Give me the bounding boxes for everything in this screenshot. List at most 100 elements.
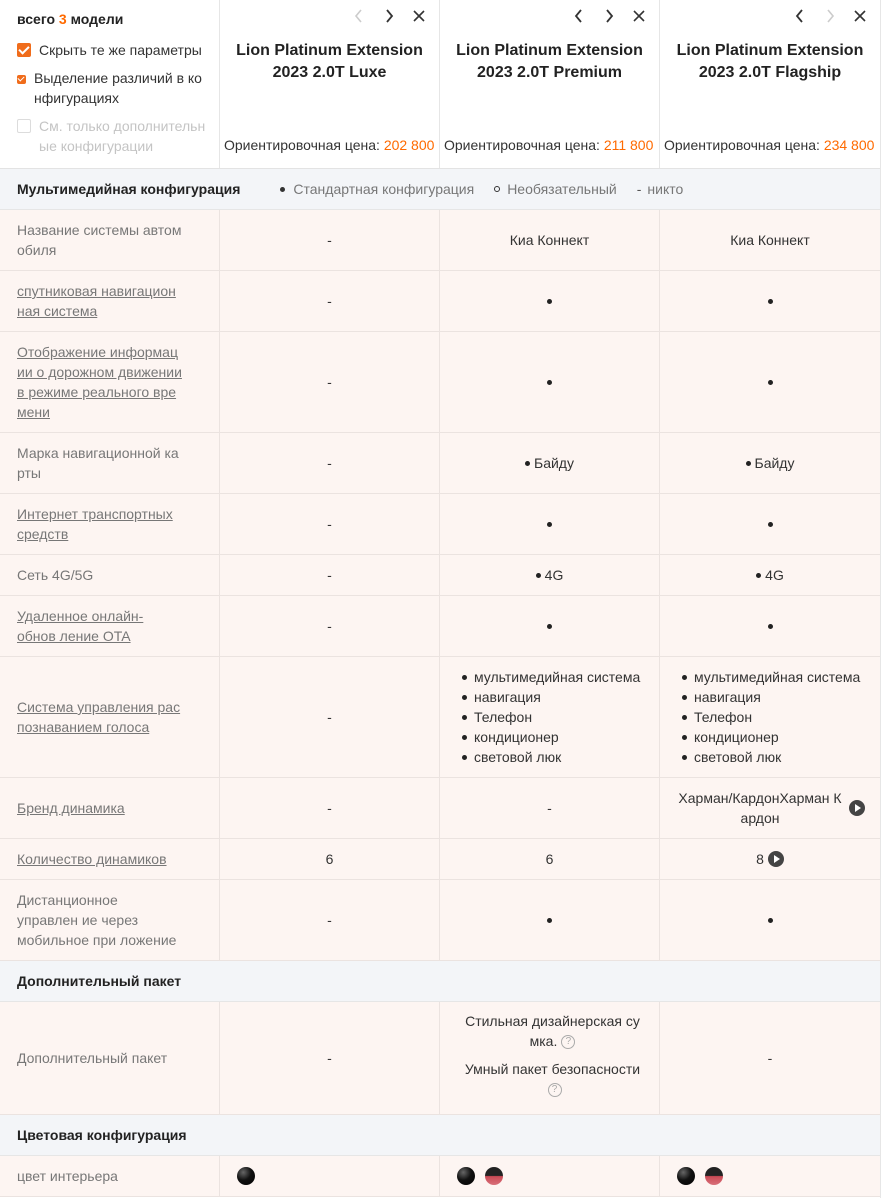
filter-panel: всего 3 модели Скрыть те же параметры Вы…	[0, 0, 220, 168]
hollow-dot-icon	[494, 186, 501, 192]
option-label: Выделение различий в ко нфигурациях	[34, 70, 202, 106]
close-icon[interactable]	[851, 7, 869, 25]
row-label-link[interactable]: Количество динамиков	[0, 839, 220, 879]
list-item: мультимедийная система	[682, 667, 860, 687]
standard-dot-icon	[547, 623, 552, 629]
section-header-multimedia: Мультимедийная конфигурация Стандартная …	[0, 169, 880, 210]
row-label: Марка навигационной ка рты	[0, 433, 220, 493]
table-row: Сеть 4G/5G - 4G 4G	[0, 555, 880, 596]
standard-dot-icon	[547, 917, 552, 923]
list-item: навигация	[682, 687, 761, 707]
table-row: Удаленное онлайн-обнов ление OTA -	[0, 596, 880, 657]
list-item: Телефон	[682, 707, 752, 727]
close-icon[interactable]	[410, 7, 428, 25]
column-nav	[791, 7, 869, 25]
row-label-link[interactable]: Отображение информац ии о дорожном движе…	[0, 332, 220, 432]
color-swatch-black-red[interactable]	[705, 1167, 723, 1185]
model-column-header: Lion Platinum Extension 2023 2.0T Premiu…	[440, 0, 660, 168]
checkbox-checked[interactable]	[17, 75, 26, 84]
standard-dot-icon	[682, 754, 687, 760]
list-item: Телефон	[462, 707, 532, 727]
standard-dot-icon	[547, 298, 552, 304]
model-price: Ориентировочная цена: 211 800	[444, 137, 654, 153]
color-swatch-black[interactable]	[677, 1167, 695, 1185]
model-price: Ориентировочная цена: 234 800	[664, 137, 875, 153]
color-swatch-black[interactable]	[457, 1167, 475, 1185]
table-cell: -	[220, 210, 440, 270]
standard-dot-icon	[462, 734, 467, 740]
standard-dot-icon	[767, 298, 773, 304]
chevron-right-icon[interactable]	[600, 7, 618, 25]
close-icon[interactable]	[630, 7, 648, 25]
table-cell: -	[220, 332, 440, 432]
help-icon[interactable]: ?	[547, 1083, 562, 1098]
table-row: Отображение информац ии о дорожном движе…	[0, 332, 880, 433]
table-cell: -	[660, 1002, 880, 1114]
table-row: Бренд динамика - - Харман/КардонХарман К…	[0, 778, 880, 839]
table-cell: 6	[220, 839, 440, 879]
chevron-left-icon[interactable]	[791, 7, 809, 25]
hide-same-params-option[interactable]: Скрыть те же параметры	[17, 40, 219, 60]
count-number: 3	[58, 11, 67, 27]
package-item: Умный пакет безопасности?	[464, 1061, 641, 1098]
standard-dot-icon	[462, 694, 467, 700]
play-icon[interactable]	[767, 851, 784, 867]
table-cell: Байду	[440, 433, 660, 493]
row-label-link[interactable]: Бренд динамика	[0, 778, 220, 838]
option-label: Скрыть те же параметры	[39, 42, 202, 58]
legend-optional: Необязательный	[494, 181, 617, 197]
table-cell: мультимедийная система навигация Телефон…	[440, 657, 660, 777]
chevron-right-icon[interactable]	[821, 7, 839, 25]
table-cell	[440, 596, 660, 656]
table-row: цвет интерьера	[0, 1156, 880, 1197]
checkbox-unchecked[interactable]	[17, 119, 31, 133]
table-cell: -	[220, 778, 440, 838]
row-label-link[interactable]: спутниковая навигацион ная система	[0, 271, 220, 331]
row-label: цвет интерьера	[0, 1156, 220, 1196]
table-cell: 8	[660, 839, 880, 879]
play-icon[interactable]	[849, 800, 865, 816]
table-cell: Байду	[660, 433, 880, 493]
table-cell	[440, 271, 660, 331]
model-column-header: Lion Platinum Extension 2023 2.0T Flagsh…	[660, 0, 880, 168]
table-cell: -	[220, 494, 440, 554]
list-item: световой люк	[682, 747, 781, 767]
standard-dot-icon	[767, 917, 773, 923]
standard-dot-icon	[767, 379, 773, 385]
chevron-left-icon[interactable]	[350, 7, 368, 25]
model-price: Ориентировочная цена: 202 800	[224, 137, 435, 153]
section-header-color: Цветовая конфигурация	[0, 1115, 880, 1156]
table-cell	[660, 1156, 880, 1196]
color-swatch-black-red[interactable]	[485, 1167, 503, 1185]
table-cell: -	[440, 778, 660, 838]
row-label-link[interactable]: Интернет транспортных средств	[0, 494, 220, 554]
table-row: Дистанционное управлен ие через мобильно…	[0, 880, 880, 961]
table-cell: Стильная дизайнерская су мка.? Умный пак…	[440, 1002, 660, 1114]
table-cell: 4G	[440, 555, 660, 595]
table-cell: -	[220, 657, 440, 777]
count-prefix: всего	[17, 11, 56, 27]
row-label-link[interactable]: Система управления рас познаванием голос…	[0, 657, 220, 777]
legend-none: - никто	[636, 181, 684, 197]
standard-dot-icon	[682, 674, 687, 680]
list-item: кондиционер	[682, 727, 779, 747]
model-count: всего 3 модели	[17, 11, 219, 28]
chevron-left-icon[interactable]	[570, 7, 588, 25]
row-label-link[interactable]: Удаленное онлайн-обнов ление OTA	[0, 596, 220, 656]
standard-dot-icon	[745, 460, 751, 466]
table-cell	[660, 271, 880, 331]
checkbox-checked[interactable]	[17, 43, 31, 57]
color-swatch-black[interactable]	[237, 1167, 255, 1185]
table-cell	[220, 1156, 440, 1196]
feature-list: мультимедийная система навигация Телефон…	[682, 667, 860, 767]
row-label: Сеть 4G/5G	[0, 555, 220, 595]
only-extra-config-option[interactable]: См. только дополнительн ые конфигурации	[17, 116, 219, 156]
table-cell	[440, 494, 660, 554]
highlight-diff-option[interactable]: Выделение различий в ко нфигурациях	[17, 68, 219, 108]
table-cell: -	[220, 596, 440, 656]
row-label: Дистанционное управлен ие через мобильно…	[0, 880, 220, 960]
list-item: мультимедийная система	[462, 667, 640, 687]
help-icon[interactable]: ?	[561, 1035, 576, 1050]
chevron-right-icon[interactable]	[380, 7, 398, 25]
standard-dot-icon	[547, 379, 552, 385]
